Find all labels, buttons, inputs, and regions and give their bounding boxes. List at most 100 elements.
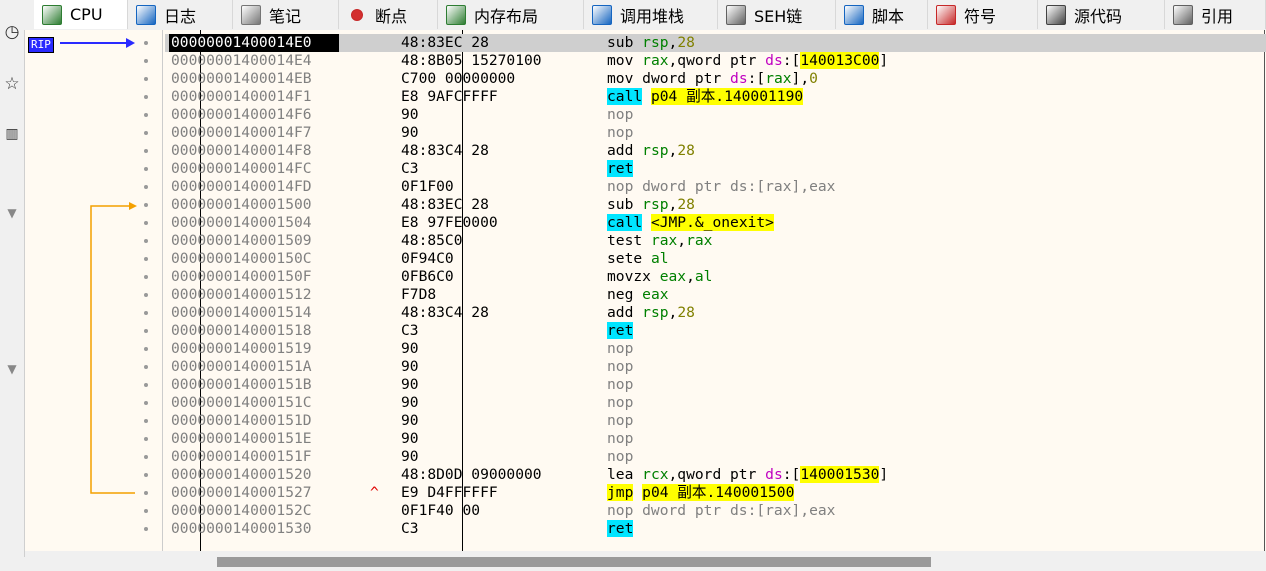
address: 00000001400014F8 — [171, 142, 312, 159]
instruction-token: , — [668, 142, 678, 159]
instruction-token: al — [650, 250, 669, 267]
chevron-down-icon[interactable]: ▼ — [2, 206, 22, 220]
instruction-row[interactable]: 00000001400014FD 0F1F00 nop dword ptr ds:[… — [165, 178, 1266, 196]
breakpoint-dot[interactable] — [144, 329, 148, 333]
instruction-row[interactable]: 0000000140001512 F7D8 neg eax — [165, 286, 1266, 304]
breakpoint-dot[interactable] — [144, 95, 148, 99]
instruction-row[interactable]: 000000014000151A 90 nop — [165, 358, 1266, 376]
horizontal-scrollbar[interactable] — [165, 553, 1265, 571]
breakpoint-dot[interactable] — [144, 401, 148, 405]
instruction-token: ,qword ptr — [668, 52, 766, 69]
address: 0000000140001512 — [171, 286, 312, 303]
breakpoint-dot[interactable] — [144, 437, 148, 441]
address: 0000000140001514 — [171, 304, 312, 321]
instruction-token: , — [668, 304, 678, 321]
opcode-bytes: 48:83C4 28 — [401, 304, 489, 321]
tab-call-stack[interactable]: 调用堆栈 — [584, 0, 718, 29]
instruction-row[interactable]: 0000000140001518 C3 ret — [165, 322, 1266, 340]
instruction-row[interactable]: 0000000140001514 48:83C4 28 add rsp,28 — [165, 304, 1266, 322]
tab-notes[interactable]: 笔记 — [233, 0, 339, 29]
tab-breakpoint[interactable]: 断点 — [339, 0, 438, 29]
instruction-row[interactable]: 000000014000151D 90 nop — [165, 412, 1266, 430]
breakpoint-dot[interactable] — [144, 311, 148, 315]
breakpoint-dot[interactable] — [144, 455, 148, 459]
instruction-text: nop — [607, 106, 633, 124]
instruction-text: nop dword ptr ds:[rax],eax — [607, 502, 835, 520]
breakpoint-dot[interactable] — [144, 527, 148, 531]
instruction-row[interactable]: 0000000140001530 C3 ret — [165, 520, 1266, 538]
instruction-row[interactable]: 000000014000151C 90 nop — [165, 394, 1266, 412]
instruction-row[interactable]: 000000014000151B 90 nop — [165, 376, 1266, 394]
tab-cpu[interactable]: CPU — [34, 0, 128, 29]
opcode-bytes: 0FB6C0 — [401, 268, 454, 285]
instruction-text: movzx eax,al — [607, 268, 712, 286]
breakpoint-dot[interactable] — [144, 473, 148, 477]
breakpoint-dot[interactable] — [144, 509, 148, 513]
breakpoint-dot[interactable] — [144, 275, 148, 279]
instruction-row[interactable]: 0000000140001520 48:8D0D 09000000 lea rcx,… — [165, 466, 1266, 484]
breakpoint-dot[interactable] — [144, 383, 148, 387]
instruction-row[interactable]: 00000001400014F1 E8 9AFCFFFF call p04 副本.1… — [165, 88, 1266, 106]
breakpoint-dot[interactable] — [144, 149, 148, 153]
instruction-row[interactable]: 0000000140001519 90 nop — [165, 340, 1266, 358]
breakpoint-dot[interactable] — [144, 203, 148, 207]
instruction-row[interactable]: 000000014000150F 0FB6C0 movzx eax,al — [165, 268, 1266, 286]
breakpoint-dot[interactable] — [144, 167, 148, 171]
breakpoint-dot[interactable] — [144, 347, 148, 351]
instruction-row[interactable]: 0000000140001527 ^ E9 D4FFFFFF jmp p04 副本.1… — [165, 484, 1266, 502]
tab-seh-chain[interactable]: SEH链 — [718, 0, 836, 29]
breakpoint-dot[interactable] — [144, 113, 148, 117]
address: 00000001400014EB — [171, 70, 312, 87]
tab-script[interactable]: 脚本 — [836, 0, 928, 29]
instruction-row[interactable]: 000000014000151F 90 nop — [165, 448, 1266, 466]
breakpoint-dot[interactable] — [144, 221, 148, 225]
instruction-row[interactable]: 00000001400014EB C700 00000000 mov dword p… — [165, 70, 1266, 88]
instruction-row[interactable]: 0000000140001504 E8 97FE0000 call <JMP.&_o… — [165, 214, 1266, 232]
instruction-row[interactable]: 0000000140001509 48:85C0 test rax,rax — [165, 232, 1266, 250]
instruction-row[interactable]: 000000014000150C 0F94C0 sete al — [165, 250, 1266, 268]
instruction-token: ret — [607, 520, 634, 537]
clock-icon[interactable]: ◷ — [2, 22, 22, 42]
library-icon[interactable]: ▥ — [2, 126, 22, 142]
breakpoint-dot[interactable] — [144, 365, 148, 369]
breakpoint-dot[interactable] — [144, 257, 148, 261]
breakpoint-dot[interactable] — [144, 131, 148, 135]
instruction-row[interactable]: 000000014000152C 0F1F40 00 nop dword ptr d… — [165, 502, 1266, 520]
disassembly-view[interactable]: RIP 00000001400014E0 48:83EC 28 sub rsp,28… — [25, 30, 1266, 571]
jump-arrow-head — [129, 202, 137, 210]
breakpoint-dot[interactable] — [144, 293, 148, 297]
breakpoint-dot[interactable] — [144, 239, 148, 243]
star-icon[interactable]: ☆ — [2, 74, 22, 94]
breakpoint-dot[interactable] — [144, 77, 148, 81]
chevron-down-icon[interactable]: ▼ — [2, 362, 22, 376]
instruction-token: sub — [607, 34, 643, 51]
instruction-token: 28 — [677, 34, 695, 51]
instruction-row[interactable]: 00000001400014E0 48:83EC 28 sub rsp,28 — [165, 34, 1266, 52]
opcode-bytes: E8 9AFCFFFF — [401, 88, 498, 105]
breakpoint-dot[interactable] — [144, 491, 148, 495]
instruction-row[interactable]: 00000001400014E4 48:8B05 15270100 mov rax,… — [165, 52, 1266, 70]
instruction-row[interactable]: 00000001400014F8 48:83C4 28 add rsp,28 — [165, 142, 1266, 160]
tab-references[interactable]: 引用 — [1165, 0, 1266, 29]
instruction-token: , — [686, 268, 695, 285]
instruction-row[interactable]: 00000001400014F6 90 nop — [165, 106, 1266, 124]
instruction-row[interactable]: 00000001400014F7 90 nop — [165, 124, 1266, 142]
scrollbar-thumb[interactable] — [217, 557, 931, 567]
instruction-row[interactable]: 00000001400014FC C3 ret — [165, 160, 1266, 178]
tab-source[interactable]: 源代码 — [1038, 0, 1165, 29]
instruction-token: nop — [607, 358, 634, 375]
opcode-bytes: 0F94C0 — [401, 250, 454, 267]
cpu-icon — [42, 4, 62, 25]
tab-log[interactable]: 日志 — [128, 0, 233, 29]
breakpoint-dot[interactable] — [144, 59, 148, 63]
breakpoint-dot[interactable] — [144, 41, 148, 45]
instruction-text: mov dword ptr ds:[rax],0 — [607, 70, 818, 88]
breakpoint-dot[interactable] — [144, 185, 148, 189]
instruction-text: nop — [607, 376, 633, 394]
tab-symbols[interactable]: 符号 — [928, 0, 1038, 29]
instruction-row[interactable]: 000000014000151E 90 nop — [165, 430, 1266, 448]
breakpoint-dot[interactable] — [144, 419, 148, 423]
instruction-row[interactable]: 0000000140001500 48:83EC 28 sub rsp,28 — [165, 196, 1266, 214]
tab-label: 内存布局 — [474, 6, 539, 26]
tab-memory-map[interactable]: 内存布局 — [438, 0, 584, 29]
